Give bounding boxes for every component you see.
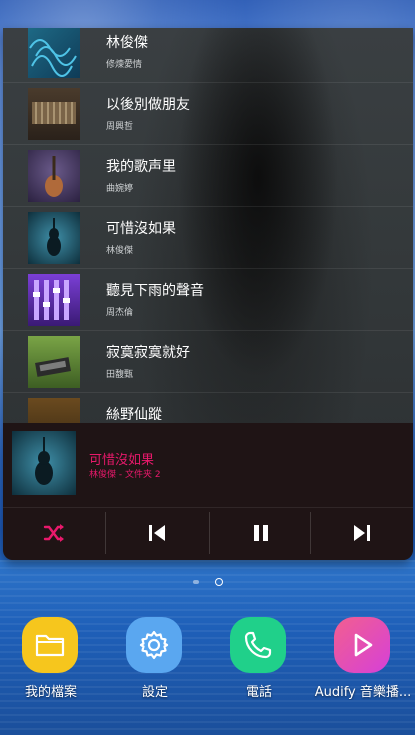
next-button[interactable]: [311, 508, 413, 558]
page-dot-active[interactable]: [215, 578, 223, 586]
album-art-thumbnail: [28, 88, 80, 140]
song-artist: 周興哲: [106, 122, 134, 132]
album-art-thumbnail: [28, 28, 80, 78]
play-icon: [334, 617, 390, 673]
dock-app-my-files[interactable]: 我的檔案: [6, 617, 96, 717]
music-player-widget: 林俊傑 修煉愛情 以後別做朋友 周興哲 我的歌声里 曲婉婷 可惜沒如果 林俊傑 …: [3, 28, 413, 560]
dock-app-phone[interactable]: 電話: [214, 617, 304, 717]
list-item[interactable]: 以後別做朋友 周興哲: [3, 82, 413, 145]
folder-icon: [22, 617, 78, 673]
playlist: 林俊傑 修煉愛情 以後別做朋友 周興哲 我的歌声里 曲婉婷 可惜沒如果 林俊傑 …: [3, 28, 413, 423]
song-artist: 田馥甄: [106, 370, 134, 380]
page-dot[interactable]: [193, 580, 199, 584]
list-item[interactable]: 絲野仙蹤: [3, 392, 413, 423]
list-item[interactable]: 林俊傑 修煉愛情: [3, 28, 413, 83]
dock-app-settings[interactable]: 設定: [110, 617, 200, 717]
dock-app-label: Audify 音樂播...: [314, 685, 412, 700]
album-art-thumbnail: [28, 274, 80, 326]
song-artist: 林俊傑: [106, 246, 134, 256]
album-art-thumbnail: [28, 212, 80, 264]
list-item[interactable]: 我的歌声里 曲婉婷: [3, 144, 413, 207]
shuffle-button[interactable]: [3, 508, 105, 558]
album-art-thumbnail: [28, 398, 80, 423]
dock-app-audify[interactable]: Audify 音樂播...: [315, 617, 411, 717]
now-playing-bar[interactable]: 可惜沒如果 林俊傑 - 文件夹 2: [3, 423, 413, 560]
now-playing-subtitle: 林俊傑 - 文件夹 2: [89, 470, 161, 480]
song-title: 絲野仙蹤: [106, 407, 162, 423]
phone-icon: [230, 617, 286, 673]
album-art-thumbnail: [28, 336, 80, 388]
now-playing-title: 可惜沒如果: [89, 453, 155, 468]
dock-app-label: 設定: [141, 685, 168, 700]
song-title: 林俊傑: [106, 35, 148, 51]
now-playing-album-art: [12, 431, 76, 495]
dock-app-label: 電話: [245, 685, 272, 700]
playback-controls: [3, 507, 413, 558]
song-artist: 周杰倫: [106, 308, 134, 318]
song-title: 聽見下雨的聲音: [106, 283, 204, 299]
song-title: 寂寞寂寞就好: [106, 345, 190, 361]
gear-icon: [126, 617, 182, 673]
previous-icon: [149, 525, 165, 541]
song-title: 可惜沒如果: [106, 221, 176, 237]
list-item[interactable]: 聽見下雨的聲音 周杰倫: [3, 268, 413, 331]
list-item[interactable]: 寂寞寂寞就好 田馥甄: [3, 330, 413, 393]
pause-icon: [254, 525, 268, 541]
next-icon: [354, 525, 370, 541]
pause-button[interactable]: [210, 508, 312, 558]
dock-app-label: 我的檔案: [24, 685, 77, 700]
album-art-thumbnail: [28, 150, 80, 202]
shuffle-icon: [43, 524, 64, 542]
song-title: 我的歌声里: [106, 159, 176, 175]
song-artist: 修煉愛情: [106, 60, 143, 70]
previous-button[interactable]: [106, 508, 208, 558]
list-item[interactable]: 可惜沒如果 林俊傑: [3, 206, 413, 269]
song-artist: 曲婉婷: [106, 184, 134, 194]
song-title: 以後別做朋友: [106, 97, 190, 113]
